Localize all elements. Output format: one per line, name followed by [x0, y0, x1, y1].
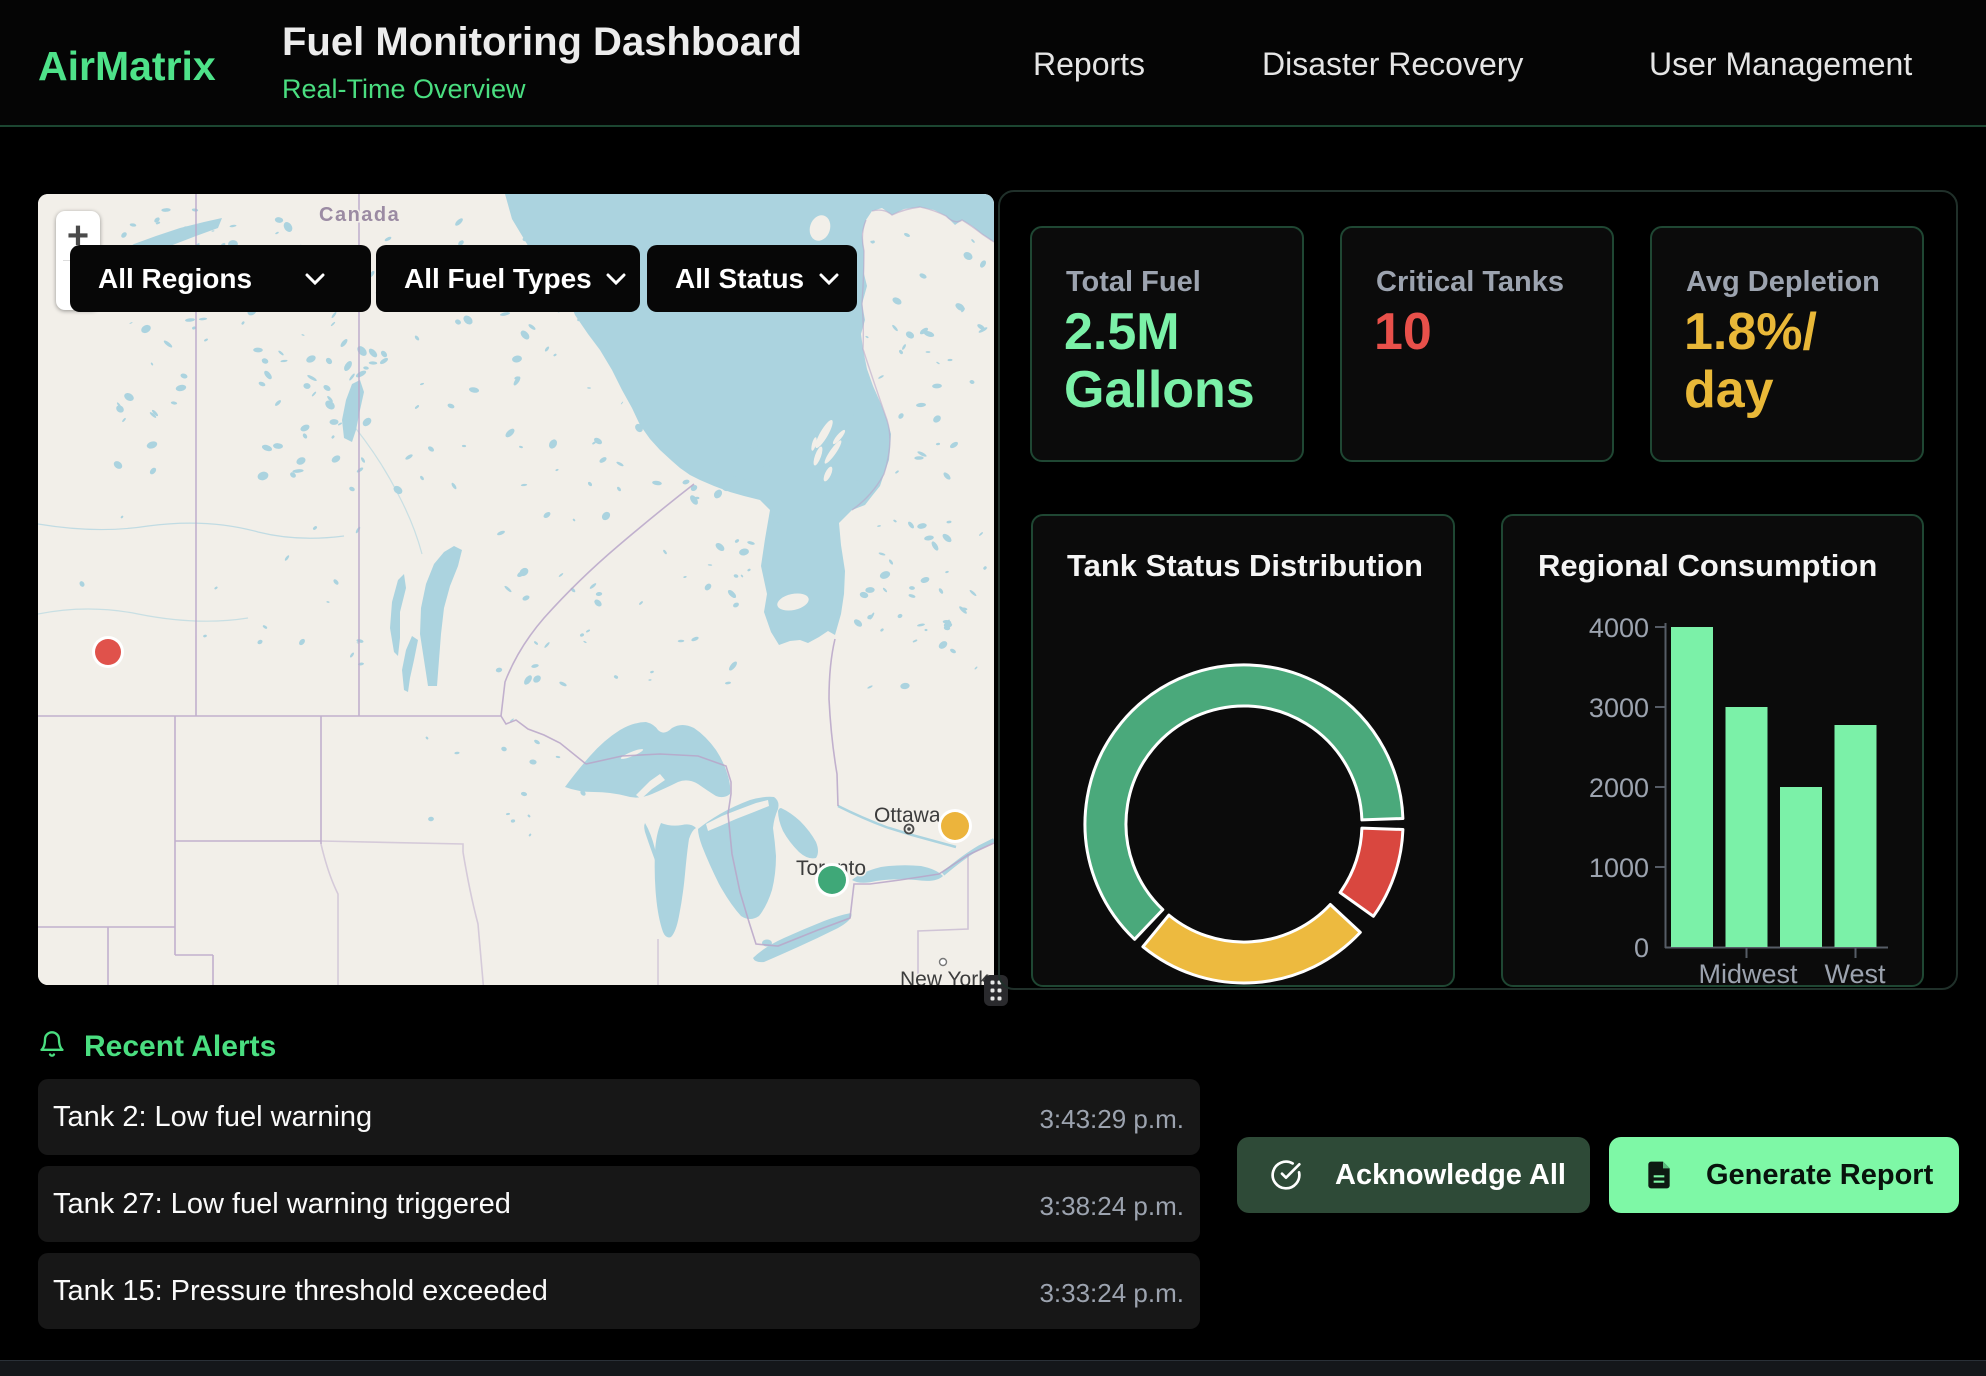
svg-text:1000: 1000 [1589, 853, 1649, 883]
svg-text:West: West [1824, 959, 1886, 989]
svg-text:0: 0 [1634, 933, 1649, 963]
svg-text:New York: New York [900, 968, 989, 985]
svg-text:Ottawa: Ottawa [874, 804, 941, 827]
svg-text:3000: 3000 [1589, 693, 1649, 723]
svg-text:4000: 4000 [1589, 613, 1649, 643]
svg-text:Midwest: Midwest [1698, 959, 1798, 989]
svg-text:2000: 2000 [1589, 773, 1649, 803]
svg-text:Canada: Canada [319, 204, 400, 226]
